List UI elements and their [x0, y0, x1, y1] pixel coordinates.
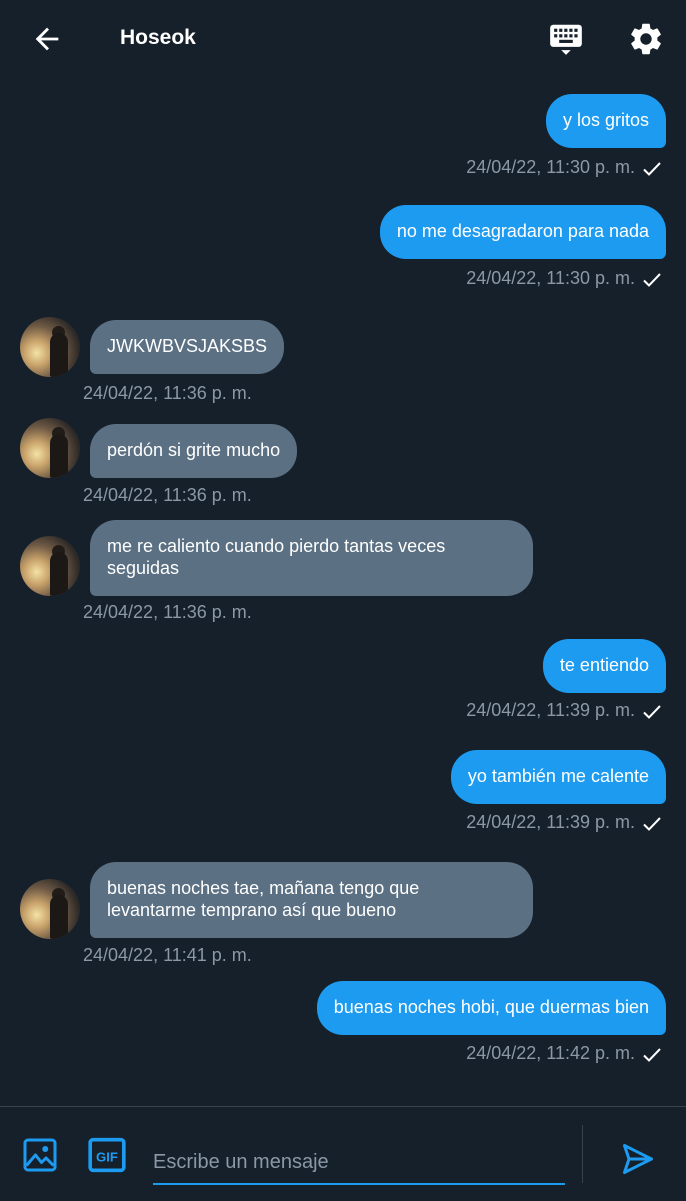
avatar[interactable] [20, 418, 80, 478]
send-icon[interactable] [620, 1141, 656, 1177]
message-bubble[interactable]: perdón si grite mucho [90, 424, 298, 478]
message-bubble[interactable]: te entiendo [542, 639, 666, 693]
message-timestamp: 24/04/22, 11:39 p. m. [466, 812, 635, 832]
conversation-header: Hoseok [0, 0, 686, 78]
message-timestamp: 24/04/22, 11:30 p. m. [466, 157, 635, 177]
message-composer: GIF [0, 1106, 686, 1201]
message-timestamp: 24/04/22, 11:41 p. m. [83, 945, 252, 965]
message-bubble[interactable]: buenas noches hobi, que duermas bien [316, 981, 666, 1035]
avatar[interactable] [20, 879, 80, 939]
image-icon[interactable] [22, 1137, 58, 1173]
message-timestamp: 24/04/22, 11:36 p. m. [83, 602, 252, 622]
svg-text:GIF: GIF [96, 1150, 118, 1165]
gif-icon[interactable]: GIF [88, 1137, 126, 1173]
keyboard-icon[interactable] [547, 20, 585, 58]
checkmark-icon [643, 817, 661, 831]
message-bubble[interactable]: JWKWBVSJAKSBS [90, 320, 285, 374]
message-timestamp: 24/04/22, 11:39 p. m. [466, 700, 635, 720]
avatar[interactable] [20, 536, 80, 596]
divider [582, 1125, 583, 1183]
arrow-left-icon[interactable] [30, 22, 64, 56]
avatar[interactable] [20, 317, 80, 377]
checkmark-icon [643, 1048, 661, 1062]
message-timestamp: 24/04/22, 11:42 p. m. [466, 1043, 635, 1063]
gear-icon[interactable] [627, 20, 665, 58]
message-timestamp: 24/04/22, 11:36 p. m. [83, 485, 252, 505]
message-bubble[interactable]: buenas noches tae, mañana tengo que leva… [90, 862, 533, 938]
message-bubble[interactable]: me re caliento cuando pierdo tantas vece… [90, 520, 533, 596]
message-thread[interactable]: y los gritos 24/04/22, 11:30 p. m. no me… [0, 78, 686, 1106]
checkmark-icon [643, 273, 661, 287]
message-timestamp: 24/04/22, 11:36 p. m. [83, 383, 252, 403]
message-input[interactable] [153, 1135, 565, 1185]
message-timestamp: 24/04/22, 11:30 p. m. [466, 268, 635, 288]
conversation-title: Hoseok [120, 26, 196, 49]
message-bubble[interactable]: no me desagradaron para nada [379, 205, 666, 259]
message-bubble[interactable]: y los gritos [545, 94, 666, 148]
message-bubble[interactable]: yo también me calente [450, 750, 666, 804]
checkmark-icon [643, 705, 661, 719]
checkmark-icon [643, 162, 661, 176]
